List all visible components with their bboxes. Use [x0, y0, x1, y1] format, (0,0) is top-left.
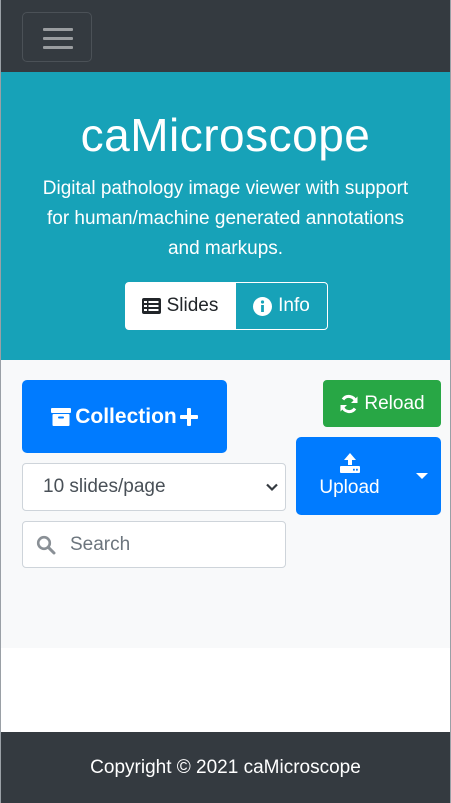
search-input[interactable] [70, 533, 270, 556]
upload-label: Upload [319, 477, 380, 498]
caret-down-icon [416, 473, 428, 479]
top-navbar [1, 0, 450, 72]
info-tab-button[interactable]: Info [235, 282, 328, 330]
slides-tab-label: Slides [166, 295, 219, 316]
upload-button[interactable]: Upload [296, 437, 403, 515]
copyright-text: Copyright © 2021 caMicroscope [90, 756, 361, 778]
upload-icon [339, 453, 360, 473]
navbar-toggle-button[interactable] [22, 12, 92, 62]
slides-panel: Collection Reload Upload 10 slides/page … [1, 360, 450, 648]
reload-label: Reload [364, 392, 425, 414]
search-icon [36, 535, 56, 555]
hero-jumbotron: caMicroscope Digital pathology image vie… [1, 72, 450, 360]
page-size-selected-value: 10 slides/page [43, 476, 166, 497]
page-size-select[interactable]: 10 slides/page [22, 463, 286, 511]
app-description: Digital pathology image viewer with supp… [42, 178, 409, 259]
search-box [22, 521, 286, 568]
collection-label: Collection [75, 404, 177, 428]
list-icon [141, 298, 161, 314]
plus-icon [179, 407, 198, 426]
app-window: caMicroscope Digital pathology image vie… [0, 0, 451, 803]
sync-icon [339, 394, 359, 414]
reload-button[interactable]: Reload [323, 380, 441, 427]
hero-button-group: Slides Info [125, 282, 328, 330]
collection-button[interactable]: Collection [22, 380, 227, 453]
app-title: caMicroscope [80, 109, 371, 161]
upload-button-group: Upload [296, 437, 441, 515]
upload-dropdown-toggle[interactable] [403, 437, 441, 515]
slides-tab-button[interactable]: Slides [125, 282, 235, 330]
page-footer: Copyright © 2021 caMicroscope [1, 732, 450, 803]
info-tab-label: Info [278, 295, 310, 316]
chevron-down-icon [265, 480, 279, 494]
archive-icon [51, 407, 72, 426]
info-icon [253, 296, 273, 316]
